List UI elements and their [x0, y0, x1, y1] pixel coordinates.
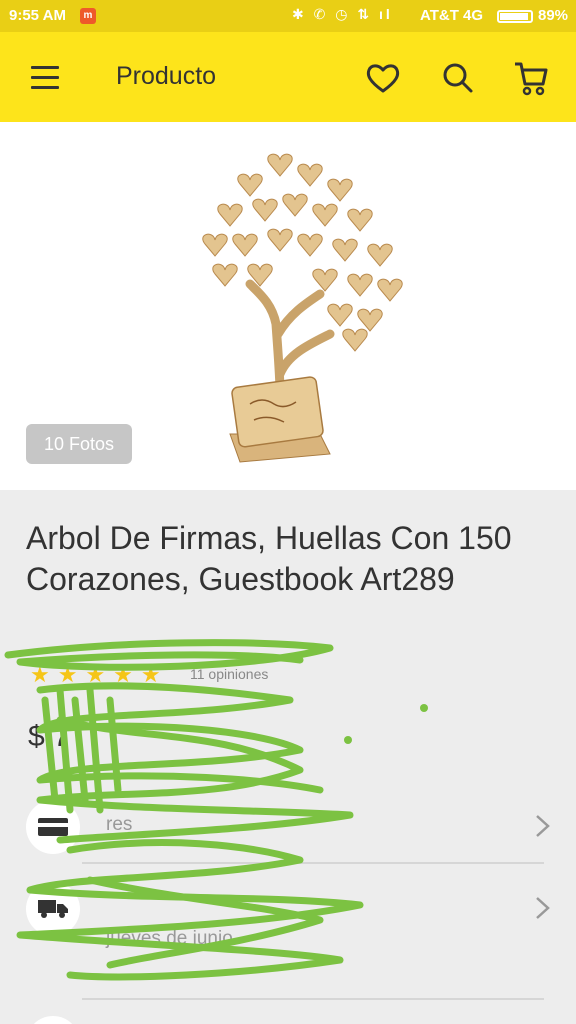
app-bar: Producto	[0, 32, 576, 122]
chevron-right-icon	[536, 815, 550, 837]
shipping-date: jueves de junio	[106, 928, 233, 949]
row-icon-partial	[26, 1016, 80, 1024]
carrier-label: AT&T 4G	[420, 7, 484, 24]
chevron-right-icon	[536, 897, 550, 919]
system-icons: ✱ ✆ ◷ ⇅ ıl	[292, 6, 393, 22]
divider	[82, 998, 544, 1000]
battery-icon	[497, 10, 533, 23]
truck-icon	[26, 882, 80, 936]
product-title: Arbol De Firmas, Huellas Con 150 Corazon…	[26, 520, 512, 597]
status-bar: 9:55 AM m ✱ ✆ ◷ ⇅ ıl AT&T 4G 89%	[0, 0, 576, 32]
reviews-count[interactable]: 11 opiniones	[190, 666, 268, 682]
product-price: $ 7	[28, 720, 70, 753]
payment-label: res	[106, 814, 133, 835]
heart-icon[interactable]	[359, 54, 407, 102]
card-icon	[26, 800, 80, 854]
shipping-row[interactable]: jueves de junio	[0, 864, 576, 954]
rating-stars: ★★★★★	[30, 662, 169, 687]
status-time: 9:55 AM	[9, 7, 66, 24]
search-icon[interactable]	[434, 54, 482, 102]
notification-icon: m	[80, 8, 96, 24]
battery-percent: 89%	[538, 7, 569, 24]
cart-icon[interactable]	[507, 54, 555, 102]
page-title: Producto	[116, 62, 217, 90]
payment-row[interactable]: res	[0, 782, 576, 872]
photo-count-badge[interactable]: 10 Fotos	[26, 424, 132, 464]
product-details: Arbol De Firmas, Huellas Con 150 Corazon…	[0, 490, 576, 1024]
product-image	[202, 153, 403, 463]
product-gallery[interactable]: 10 Fotos	[0, 122, 576, 490]
menu-icon[interactable]	[20, 56, 70, 100]
